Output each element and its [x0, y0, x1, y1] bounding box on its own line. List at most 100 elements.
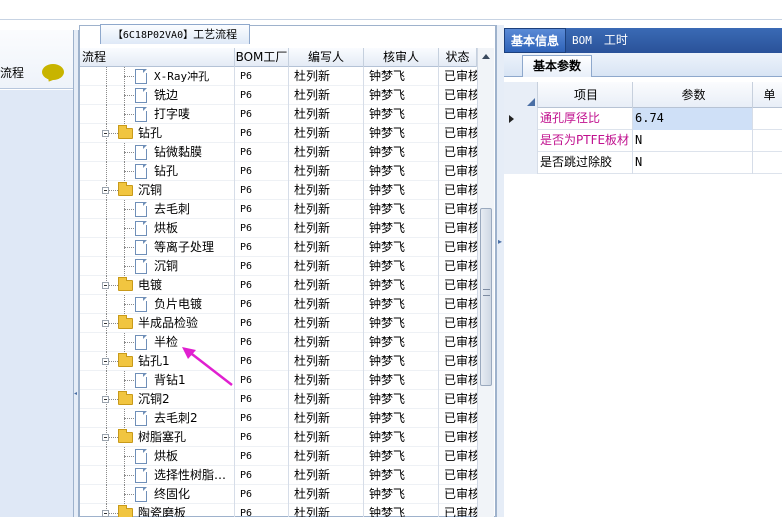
- writer-cell[interactable]: 杜列新: [289, 276, 364, 295]
- status-cell[interactable]: 已审核: [439, 295, 477, 314]
- bom-factory-cell[interactable]: P6: [235, 276, 289, 295]
- reviewer-cell[interactable]: 钟梦飞: [364, 428, 439, 447]
- param-unit-cell[interactable]: [753, 152, 782, 174]
- reviewer-cell[interactable]: 钟梦飞: [364, 86, 439, 105]
- tab-basic-params[interactable]: 基本参数: [522, 55, 593, 77]
- param-unit-cell[interactable]: [753, 108, 782, 130]
- status-cell[interactable]: 已审核: [439, 504, 477, 517]
- writer-cell[interactable]: 杜列新: [289, 124, 364, 143]
- param-row[interactable]: 通孔厚径比 6.74: [504, 108, 782, 130]
- table-row[interactable]: 打字唛 P6 杜列新 钟梦飞 已审核: [80, 105, 477, 124]
- status-cell[interactable]: 已审核: [439, 352, 477, 371]
- collapse-arrow-icon[interactable]: ▸: [498, 237, 503, 251]
- bom-factory-cell[interactable]: P6: [235, 86, 289, 105]
- param-item-cell[interactable]: 是否跳过除胶: [538, 152, 633, 174]
- status-cell[interactable]: 已审核: [439, 314, 477, 333]
- reviewer-cell[interactable]: 钟梦飞: [364, 447, 439, 466]
- collapse-toggle-icon[interactable]: [102, 282, 109, 289]
- process-name-cell[interactable]: 负片电镀: [80, 295, 235, 314]
- status-cell[interactable]: 已审核: [439, 219, 477, 238]
- tab-work-hours[interactable]: 工时: [598, 28, 634, 53]
- process-name-cell[interactable]: 烘板: [80, 447, 235, 466]
- reviewer-cell[interactable]: 钟梦飞: [364, 238, 439, 257]
- column-header-reviewer[interactable]: 核审人: [364, 48, 439, 67]
- tab-bom[interactable]: BOM: [566, 28, 598, 53]
- writer-cell[interactable]: 杜列新: [289, 181, 364, 200]
- process-name-cell[interactable]: 铣边: [80, 86, 235, 105]
- process-name-cell[interactable]: 选择性树脂…: [80, 466, 235, 485]
- process-name-cell[interactable]: 电镀: [80, 276, 235, 295]
- writer-cell[interactable]: 杜列新: [289, 257, 364, 276]
- table-row[interactable]: 等离子处理 P6 杜列新 钟梦飞 已审核: [80, 238, 477, 257]
- status-cell[interactable]: 已审核: [439, 447, 477, 466]
- table-row[interactable]: 电镀 P6 杜列新 钟梦飞 已审核: [80, 276, 477, 295]
- table-row[interactable]: 终固化 P6 杜列新 钟梦飞 已审核: [80, 485, 477, 504]
- status-cell[interactable]: 已审核: [439, 333, 477, 352]
- reviewer-cell[interactable]: 钟梦飞: [364, 371, 439, 390]
- process-name-cell[interactable]: 沉铜: [80, 257, 235, 276]
- middle-splitter[interactable]: ▸: [496, 25, 504, 517]
- collapse-toggle-icon[interactable]: [102, 187, 109, 194]
- status-cell[interactable]: 已审核: [439, 257, 477, 276]
- column-header-item[interactable]: 项目: [538, 82, 633, 108]
- process-name-cell[interactable]: X-Ray冲孔: [80, 67, 235, 86]
- writer-cell[interactable]: 杜列新: [289, 67, 364, 86]
- process-name-cell[interactable]: 陶瓷磨板: [80, 504, 235, 517]
- writer-cell[interactable]: 杜列新: [289, 447, 364, 466]
- process-name-cell[interactable]: 打字唛: [80, 105, 235, 124]
- process-name-cell[interactable]: 钻微黏膜: [80, 143, 235, 162]
- writer-cell[interactable]: 杜列新: [289, 86, 364, 105]
- writer-cell[interactable]: 杜列新: [289, 143, 364, 162]
- collapse-toggle-icon[interactable]: [102, 130, 109, 137]
- reviewer-cell[interactable]: 钟梦飞: [364, 219, 439, 238]
- status-cell[interactable]: 已审核: [439, 200, 477, 219]
- column-header-bom[interactable]: BOM工厂: [235, 48, 289, 67]
- column-header-param[interactable]: 参数: [633, 82, 753, 108]
- param-value-cell[interactable]: 6.74: [633, 108, 753, 130]
- writer-cell[interactable]: 杜列新: [289, 238, 364, 257]
- table-row[interactable]: 烘板 P6 杜列新 钟梦飞 已审核: [80, 447, 477, 466]
- bom-factory-cell[interactable]: P6: [235, 371, 289, 390]
- status-cell[interactable]: 已审核: [439, 86, 477, 105]
- column-header-writer[interactable]: 编写人: [289, 48, 364, 67]
- param-row[interactable]: 是否跳过除胶 N: [504, 152, 782, 174]
- reviewer-cell[interactable]: 钟梦飞: [364, 276, 439, 295]
- bom-factory-cell[interactable]: P6: [235, 466, 289, 485]
- reviewer-cell[interactable]: 钟梦飞: [364, 390, 439, 409]
- writer-cell[interactable]: 杜列新: [289, 371, 364, 390]
- bom-factory-cell[interactable]: P6: [235, 219, 289, 238]
- column-header-unit[interactable]: 单: [753, 82, 782, 108]
- writer-cell[interactable]: 杜列新: [289, 428, 364, 447]
- writer-cell[interactable]: 杜列新: [289, 485, 364, 504]
- param-row[interactable]: 是否为PTFE板材 N: [504, 130, 782, 152]
- writer-cell[interactable]: 杜列新: [289, 390, 364, 409]
- table-row[interactable]: 钻孔1 P6 杜列新 钟梦飞 已审核: [80, 352, 477, 371]
- process-grid-scrollbar[interactable]: [477, 48, 494, 517]
- reviewer-cell[interactable]: 钟梦飞: [364, 200, 439, 219]
- bom-factory-cell[interactable]: P6: [235, 485, 289, 504]
- bom-factory-cell[interactable]: P6: [235, 105, 289, 124]
- reviewer-cell[interactable]: 钟梦飞: [364, 67, 439, 86]
- writer-cell[interactable]: 杜列新: [289, 466, 364, 485]
- bom-factory-cell[interactable]: P6: [235, 67, 289, 86]
- reviewer-cell[interactable]: 钟梦飞: [364, 504, 439, 517]
- status-cell[interactable]: 已审核: [439, 181, 477, 200]
- writer-cell[interactable]: 杜列新: [289, 295, 364, 314]
- status-cell[interactable]: 已审核: [439, 105, 477, 124]
- table-row[interactable]: 去毛刺 P6 杜列新 钟梦飞 已审核: [80, 200, 477, 219]
- reviewer-cell[interactable]: 钟梦飞: [364, 162, 439, 181]
- collapse-arrow-icon[interactable]: ◂: [74, 390, 78, 400]
- collapse-toggle-icon[interactable]: [102, 358, 109, 365]
- table-row[interactable]: 钻孔 P6 杜列新 钟梦飞 已审核: [80, 124, 477, 143]
- writer-cell[interactable]: 杜列新: [289, 314, 364, 333]
- collapse-toggle-icon[interactable]: [102, 396, 109, 403]
- bom-factory-cell[interactable]: P6: [235, 295, 289, 314]
- param-item-cell[interactable]: 是否为PTFE板材: [538, 130, 633, 152]
- process-name-cell[interactable]: 树脂塞孔: [80, 428, 235, 447]
- status-cell[interactable]: 已审核: [439, 124, 477, 143]
- table-row[interactable]: 沉铜2 P6 杜列新 钟梦飞 已审核: [80, 390, 477, 409]
- table-row[interactable]: 选择性树脂… P6 杜列新 钟梦飞 已审核: [80, 466, 477, 485]
- reviewer-cell[interactable]: 钟梦飞: [364, 409, 439, 428]
- reviewer-cell[interactable]: 钟梦飞: [364, 466, 439, 485]
- row-selector[interactable]: [504, 130, 538, 152]
